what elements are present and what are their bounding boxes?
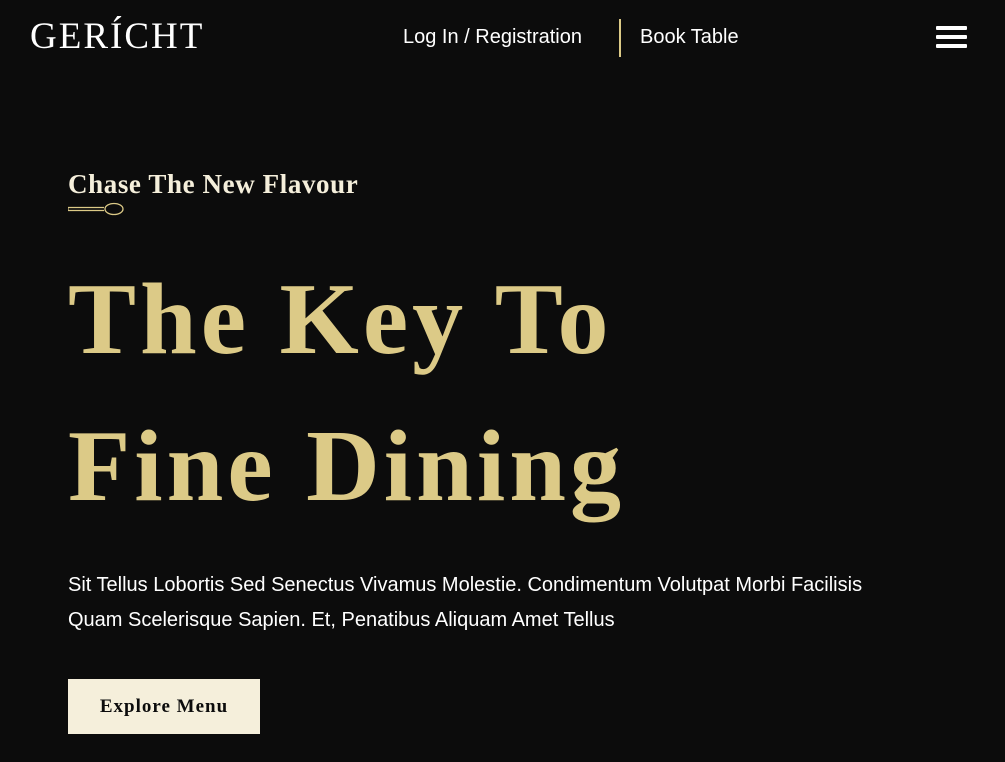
hamburger-bar bbox=[936, 26, 967, 30]
hamburger-menu-icon[interactable] bbox=[936, 26, 967, 50]
nav-divider bbox=[619, 19, 621, 57]
spoon-icon bbox=[68, 202, 124, 216]
headline-line-1: The Key To bbox=[68, 263, 613, 376]
headline-line-2: Fine Dining bbox=[68, 410, 625, 523]
hamburger-bar bbox=[936, 44, 967, 48]
logo[interactable]: GERÍCHT bbox=[30, 14, 204, 60]
book-table-link[interactable]: Book Table bbox=[640, 24, 739, 50]
hero-subtitle: Chase The New Flavour bbox=[68, 169, 359, 199]
hero-description: Sit Tellus Lobortis Sed Senectus Vivamus… bbox=[68, 574, 863, 631]
navbar: GERÍCHT Log In / Registration Book Table bbox=[0, 0, 1005, 76]
explore-menu-button[interactable]: Explore Menu bbox=[68, 679, 260, 734]
hamburger-bar bbox=[936, 35, 967, 39]
hero-headline: The Key To Fine Dining bbox=[68, 246, 625, 540]
login-registration-link[interactable]: Log In / Registration bbox=[403, 24, 582, 50]
